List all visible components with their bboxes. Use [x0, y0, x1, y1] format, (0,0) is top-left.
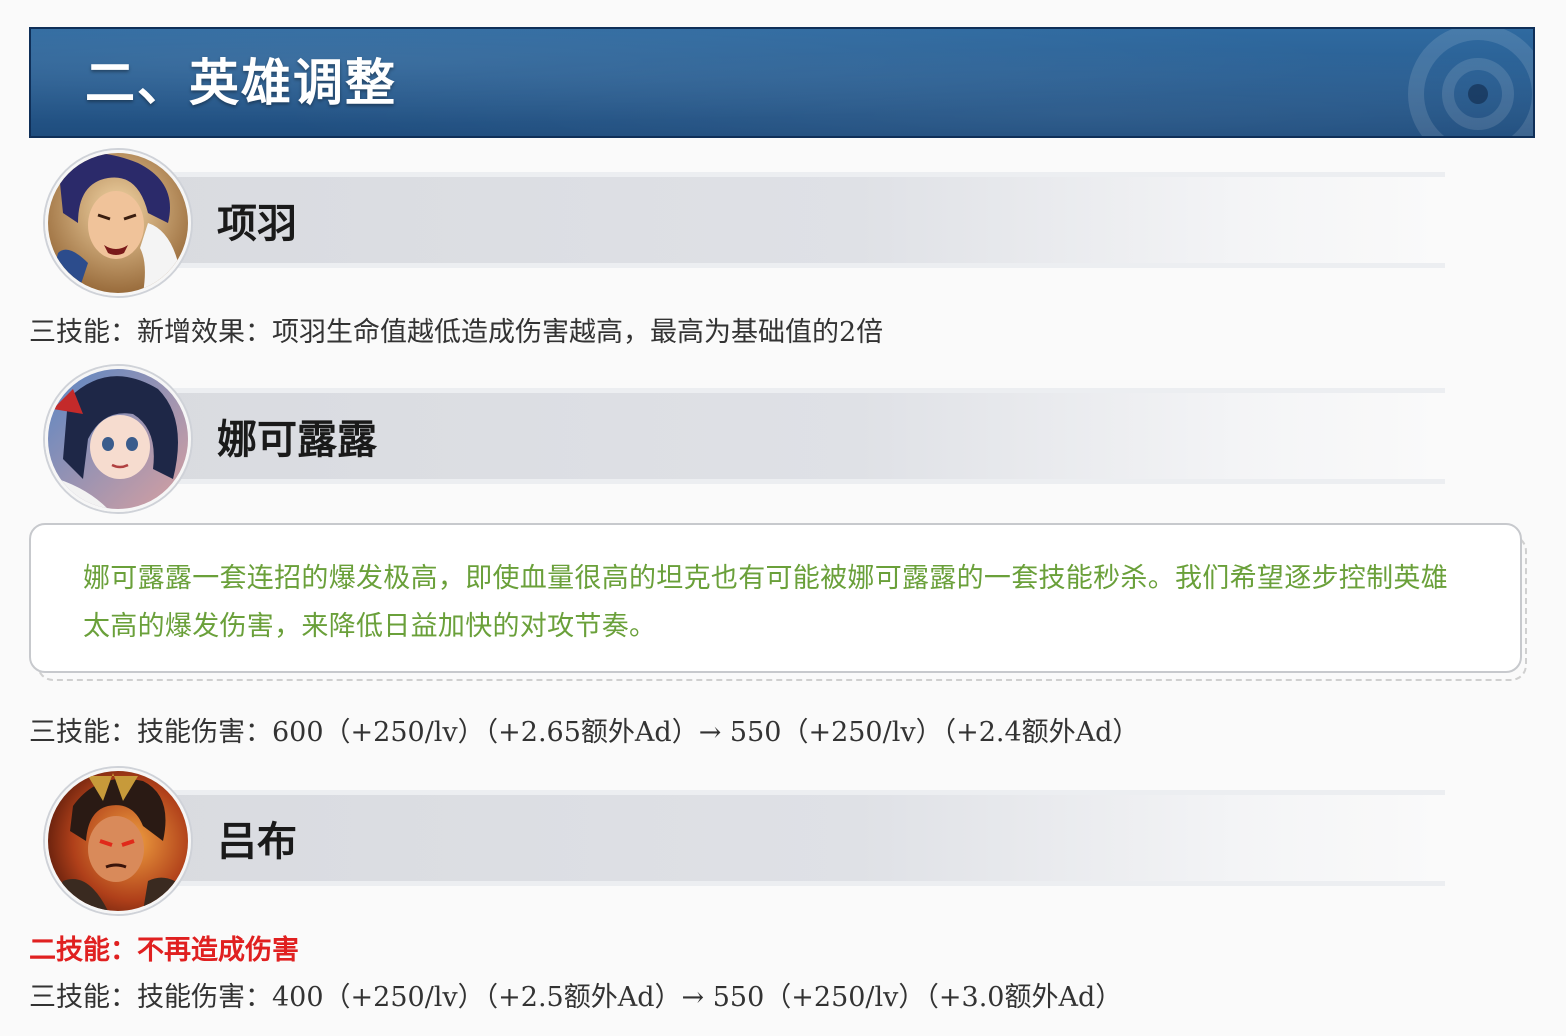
note-box: 娜可露露一套连招的爆发极高，即使血量很高的坦克也有可能被娜可露露的一套技能秒杀。… [29, 523, 1522, 673]
nakoruru-portrait-icon [45, 366, 191, 512]
lu-bu-portrait-icon [45, 768, 191, 914]
game-logo-watermark-icon [1408, 29, 1533, 136]
hero-header-nakoruru: 娜可露露 [45, 366, 1445, 516]
patch-notes-page: 二、英雄调整 项羽 三技能：新增效果：项羽生命值越低造成伤害越高，最高为基础值的… [0, 0, 1566, 1036]
skill-change-line-highlight: 二技能：不再造成伤害 [29, 935, 299, 966]
hero-name: 项羽 [217, 200, 297, 247]
skill-change-line: 三技能：技能伤害：600（+250/lv）（+2.65额外Ad）→ 550（+2… [29, 717, 1140, 748]
hero-name: 娜可露露 [217, 416, 377, 463]
designer-note: 娜可露露一套连招的爆发极高，即使血量很高的坦克也有可能被娜可露露的一套技能秒杀。… [29, 523, 1529, 683]
hero-name-bar [145, 172, 1445, 268]
section-banner: 二、英雄调整 [29, 27, 1535, 138]
section-title: 二、英雄调整 [85, 53, 397, 112]
hero-name: 吕布 [217, 818, 297, 865]
skill-change-line: 三技能：技能伤害：400（+250/lv）（+2.5额外Ad）→ 550（+25… [29, 982, 1123, 1013]
note-text: 娜可露露一套连招的爆发极高，即使血量很高的坦克也有可能被娜可露露的一套技能秒杀。… [83, 563, 1448, 642]
hero-name-bar [145, 790, 1445, 886]
hero-header-xiang-yu: 项羽 [45, 150, 1445, 300]
hero-header-lu-bu: 吕布 [45, 768, 1445, 918]
xiang-yu-portrait-icon [45, 150, 191, 296]
skill-change-line: 三技能：新增效果：项羽生命值越低造成伤害越高，最高为基础值的2倍 [29, 317, 884, 348]
